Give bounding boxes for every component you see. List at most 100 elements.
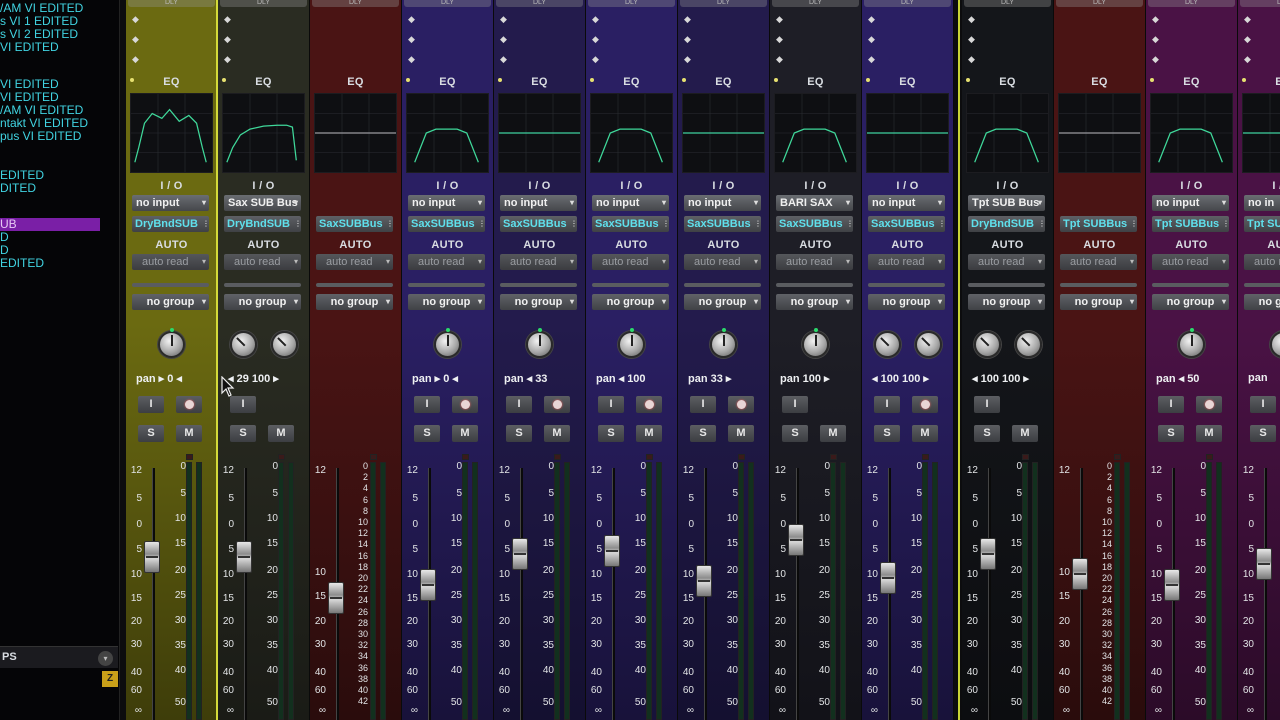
clip-indicator[interactable] [1114, 454, 1121, 460]
input-monitor-button[interactable]: I [690, 396, 716, 413]
track-list-item[interactable]: UB [0, 218, 100, 231]
track-list-item[interactable]: /AM VI EDITED [0, 2, 100, 15]
input-monitor-button[interactable]: I [874, 396, 900, 413]
automation-mode-selector[interactable]: auto read ▾ [316, 254, 393, 270]
output-selector[interactable]: SaxSUBBus ⫶ [592, 216, 669, 232]
solo-button[interactable]: S [974, 425, 1000, 442]
insert-slot-icon[interactable]: ◆ [1152, 14, 1159, 25]
input-selector[interactable]: no in▾ [1244, 195, 1280, 211]
clip-indicator[interactable] [554, 454, 561, 460]
mute-button[interactable]: M [1012, 425, 1038, 442]
insert-slot-icon[interactable]: ◆ [1152, 54, 1159, 65]
eq-graph[interactable] [406, 93, 489, 173]
mute-button[interactable]: M [728, 425, 754, 442]
input-monitor-button[interactable]: I [414, 396, 440, 413]
eq-graph[interactable] [314, 93, 397, 173]
eq-graph[interactable] [1058, 93, 1141, 173]
output-selector[interactable]: DryBndSUB ⫶ [224, 216, 301, 232]
clip-indicator[interactable] [1022, 454, 1029, 460]
input-monitor-button[interactable]: I [138, 396, 164, 413]
pan-knob[interactable] [1270, 331, 1280, 358]
insert-slot-icon[interactable]: ◆ [500, 54, 507, 65]
insert-slot-icon[interactable]: ◆ [1244, 34, 1251, 45]
track-list-item[interactable]: s VI 2 EDITED [0, 28, 100, 41]
input-selector[interactable]: no input ▾ [868, 195, 945, 211]
insert-slot-icon[interactable]: ◆ [592, 54, 599, 65]
pan-knob-right[interactable] [915, 331, 942, 358]
pan-knob-left[interactable] [974, 331, 1001, 358]
solo-button[interactable]: S [138, 425, 164, 442]
insert-slot-icon[interactable]: ◆ [968, 34, 975, 45]
automation-mode-selector[interactable]: auto read ▾ [224, 254, 301, 270]
group-selector[interactable]: no group▾ [1060, 294, 1137, 310]
input-selector[interactable]: Tpt SUB Bus ▾ [968, 195, 1045, 211]
volume-fader[interactable] [696, 565, 712, 598]
output-selector[interactable]: SaxSUBBus ⫶ [408, 216, 485, 232]
volume-fader[interactable] [420, 568, 436, 601]
input-monitor-button[interactable]: I [1250, 396, 1276, 413]
insert-slot-icon[interactable]: ◆ [776, 34, 783, 45]
eq-graph[interactable] [774, 93, 857, 173]
clip-indicator[interactable] [186, 454, 193, 460]
track-list-item[interactable]: D [0, 244, 100, 257]
clip-indicator[interactable] [1206, 454, 1213, 460]
track-list-item[interactable]: /AM VI EDITED [0, 104, 100, 117]
output-selector[interactable]: Tpt SUBBus ⫶ [1060, 216, 1137, 232]
solo-button[interactable]: S [230, 425, 256, 442]
output-selector[interactable]: SaxSUBBus ⫶ [316, 216, 393, 232]
input-selector[interactable]: no input ▾ [500, 195, 577, 211]
track-list-item[interactable]: VI EDITED [0, 41, 100, 54]
clip-indicator[interactable] [830, 454, 837, 460]
group-selector[interactable]: no group▾ [684, 294, 761, 310]
eq-graph[interactable] [1242, 93, 1280, 173]
insert-slot-icon[interactable]: ◆ [684, 34, 691, 45]
track-list-item[interactable]: EDITED [0, 169, 100, 182]
track-list-item[interactable] [0, 195, 100, 208]
group-selector[interactable]: no group▾ [132, 294, 209, 310]
automation-mode-selector[interactable]: auto read ▾ [776, 254, 853, 270]
pan-knob[interactable] [618, 328, 645, 358]
clip-indicator[interactable] [462, 454, 469, 460]
mute-button[interactable]: M [452, 425, 478, 442]
track-list-item[interactable]: VI EDITED [0, 78, 100, 91]
automation-mode-selector[interactable]: auto read ▾ [868, 254, 945, 270]
zoom-toggle-button[interactable]: Z [102, 671, 118, 687]
record-enable-button[interactable] [912, 396, 938, 413]
output-selector[interactable]: Tpt SUI⫶ [1244, 216, 1280, 232]
eq-graph[interactable] [966, 93, 1049, 173]
insert-slot-icon[interactable]: ◆ [776, 14, 783, 25]
input-monitor-button[interactable]: I [782, 396, 808, 413]
insert-slot-icon[interactable]: ◆ [500, 34, 507, 45]
record-enable-button[interactable] [176, 396, 202, 413]
record-enable-button[interactable] [728, 396, 754, 413]
track-list-item[interactable]: DITED [0, 182, 100, 195]
eq-graph[interactable] [682, 93, 765, 173]
group-selector[interactable]: no group▾ [1244, 294, 1280, 310]
group-selector[interactable]: no group▾ [224, 294, 301, 310]
track-list-item[interactable]: ntakt VI EDITED [0, 117, 100, 130]
volume-fader[interactable] [1256, 548, 1272, 581]
insert-slot-icon[interactable]: ◆ [408, 54, 415, 65]
output-selector[interactable]: SaxSUBBus ⫶ [868, 216, 945, 232]
input-selector[interactable]: no input ▾ [592, 195, 669, 211]
volume-fader[interactable] [788, 524, 804, 557]
mute-button[interactable]: M [636, 425, 662, 442]
insert-slot-icon[interactable]: ◆ [500, 14, 507, 25]
eq-graph[interactable] [222, 93, 305, 173]
volume-fader[interactable] [328, 582, 344, 615]
pan-knob-left[interactable] [230, 331, 257, 358]
insert-slot-icon[interactable]: ◆ [592, 14, 599, 25]
automation-mode-selector[interactable]: auto read ▾ [500, 254, 577, 270]
volume-fader[interactable] [604, 534, 620, 567]
record-enable-button[interactable] [636, 396, 662, 413]
output-selector[interactable]: DryBndSUB ⫶ [132, 216, 209, 232]
automation-mode-selector[interactable]: auto read ▾ [1060, 254, 1137, 270]
volume-fader[interactable] [144, 541, 160, 574]
pan-knob[interactable] [434, 328, 461, 358]
mute-button[interactable]: M [1196, 425, 1222, 442]
clip-indicator[interactable] [738, 454, 745, 460]
output-selector[interactable]: SaxSUBBus ⫶ [684, 216, 761, 232]
pan-knob[interactable] [158, 328, 185, 358]
mute-button[interactable]: M [268, 425, 294, 442]
input-selector[interactable]: Sax SUB Bus ▾ [224, 195, 301, 211]
